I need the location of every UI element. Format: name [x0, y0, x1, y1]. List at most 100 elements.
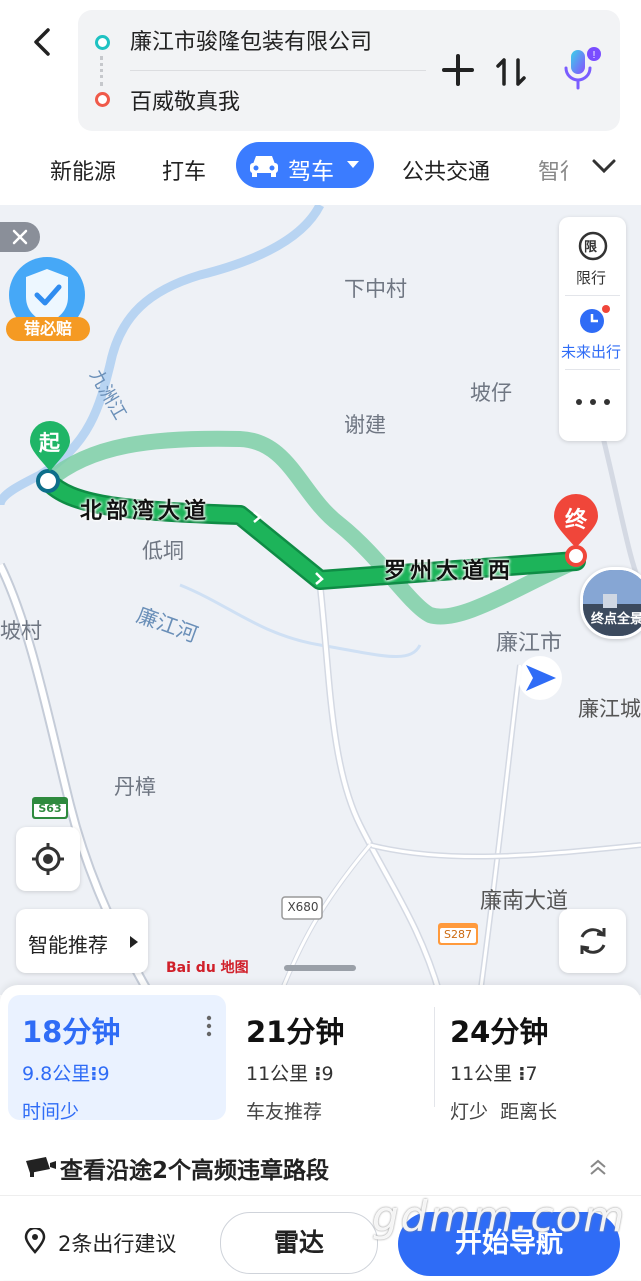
smart-recommend-button[interactable]: 智能推荐 [16, 909, 148, 973]
close-ad-button[interactable] [0, 222, 40, 252]
drag-handle [284, 965, 356, 971]
tab-public-transit[interactable]: 公共交通 [402, 154, 490, 186]
more-tabs-button[interactable] [590, 152, 618, 184]
swap-button[interactable] [490, 50, 534, 94]
plus-icon [442, 54, 474, 86]
divider [565, 295, 620, 296]
violation-text-post: 个高频违章路段 [168, 1158, 330, 1184]
tab-drive[interactable]: 驾车 [236, 142, 374, 188]
restriction-label: 限行 [576, 269, 607, 287]
route-header: 廉江市骏隆包装有限公司 百威敬真我 ! 新能源 打车 驾车 公共交通 智 [0, 0, 641, 205]
shield-label: S287 [444, 928, 472, 941]
violation-notice[interactable]: 查看沿途2个高频违章路段 [0, 1135, 641, 1195]
route-distance: 9.8公里 ​⁝9 [22, 1059, 110, 1086]
add-waypoint-button[interactable] [436, 48, 480, 92]
microphone-icon: ! [564, 47, 601, 90]
route-road-label: 罗州大道西 [384, 559, 515, 584]
tab-new-energy[interactable]: 新能源 [50, 154, 116, 186]
more-options-button[interactable] [559, 377, 626, 433]
transport-mode-tabs: 新能源 打车 驾车 公共交通 智行 [0, 140, 641, 198]
map-label: 下中村 [344, 277, 407, 301]
route-option-3[interactable]: 24分钟 11公里 ⁝7 灯少 距离长 [436, 995, 636, 1123]
chevron-up-icon [590, 1159, 606, 1175]
start-marker-label: 起 [39, 431, 60, 455]
road [318, 584, 442, 995]
shield-label: X680 [287, 900, 319, 914]
divider [130, 70, 426, 71]
voice-button[interactable]: ! [556, 44, 604, 96]
car-icon [250, 156, 278, 177]
map-label: 坡仔 [470, 381, 512, 405]
close-icon [12, 229, 28, 245]
route-time: 18分钟 [22, 1015, 121, 1049]
traffic-light-count: 9 [97, 1063, 110, 1085]
traffic-light-count: 9 [321, 1063, 334, 1085]
chevron-down-icon [592, 159, 616, 174]
road [478, 664, 522, 995]
end-marker-label: 终 [565, 508, 588, 533]
violation-text-pre: 查看沿途 [60, 1158, 152, 1184]
tab-taxi[interactable]: 打车 [162, 154, 206, 186]
endpoint-panorama-button[interactable]: 终点全景 [580, 567, 641, 639]
route-option-1[interactable]: 18分钟 9.8公里 ​⁝9 时间少 [8, 995, 226, 1123]
refresh-button[interactable] [559, 909, 626, 973]
river-branch [179, 583, 422, 658]
divider [565, 369, 620, 370]
chevron-left-icon [34, 28, 50, 56]
locate-icon [32, 843, 64, 875]
map-label: 谢建 [344, 413, 386, 437]
map-view[interactable]: 下中村 坡仔 谢建 低垌 廉江河 坡村 廉江市 丹樟 廉江城 廉南大道 九洲江 … [0, 205, 641, 995]
map-label: 廉江城 [578, 697, 641, 721]
route-input-box: 廉江市骏隆包装有限公司 百威敬真我 ! [78, 10, 620, 131]
map-label: 丹樟 [114, 775, 156, 799]
route-road-label: 北部湾大道 [80, 499, 211, 524]
location-pin-icon [24, 1228, 46, 1254]
map-tools-panel: 限 限行 未来出行 [559, 217, 626, 441]
start-marker[interactable]: 起 [28, 419, 72, 473]
panorama-label: 终点全景 [591, 612, 641, 627]
origin-dot-icon [95, 35, 110, 50]
restriction-button[interactable]: 限 限行 [559, 227, 626, 293]
clock-icon [580, 305, 610, 333]
road [316, 584, 444, 995]
origin-field[interactable]: 廉江市骏隆包装有限公司 [130, 24, 372, 56]
guarantee-badge[interactable]: 错必赔 [4, 257, 90, 341]
baidu-map-logo: Bai du 地图 [166, 960, 249, 976]
route-option-2[interactable]: 21分钟 11公里 ⁝9 车友推荐 [232, 995, 432, 1123]
caret-down-icon [347, 161, 359, 168]
map-label: 低垌 [142, 539, 184, 563]
road [278, 844, 372, 995]
route-time: 24分钟 [450, 1015, 549, 1049]
destination-dot-icon [95, 92, 110, 107]
violation-text: 查看沿途2个高频违章路段 [60, 1151, 329, 1185]
route-tag: 灯少 距离长 [450, 1101, 558, 1123]
start-point-icon [36, 469, 60, 493]
tab-smart-travel[interactable]: 智行 [538, 154, 568, 186]
traffic-light-count: 7 [525, 1063, 538, 1085]
destination-field[interactable]: 百威敬真我 [130, 84, 240, 116]
end-marker[interactable]: 终 [552, 492, 600, 550]
locate-button[interactable] [16, 827, 80, 891]
swap-icon [496, 58, 526, 86]
tab-drive-label: 驾车 [288, 159, 334, 185]
future-travel-button[interactable]: 未来出行 [559, 299, 626, 365]
map-canvas [0, 205, 641, 995]
alt-route [40, 430, 584, 625]
map-label: 廉江市 [496, 631, 563, 656]
map-label: 廉南大道 [480, 889, 569, 914]
smart-recommend-label: 智能推荐 [28, 933, 108, 957]
restriction-icon-text: 限 [584, 240, 598, 255]
route-time: 21分钟 [246, 1015, 345, 1049]
refresh-icon [580, 928, 606, 954]
watermark: gdmm.com [372, 1192, 627, 1241]
map-label: 坡村 [0, 619, 42, 643]
radar-button[interactable]: 雷达 [220, 1212, 378, 1274]
travel-suggestions-label: 2条出行建议 [58, 1232, 177, 1256]
back-button[interactable] [28, 22, 64, 62]
road [597, 424, 641, 587]
shield-label: S63 [38, 802, 62, 815]
route-tag: 时间少 [22, 1101, 80, 1123]
road [277, 843, 372, 995]
more-vertical-icon [206, 1015, 212, 1037]
route-connector [100, 56, 106, 86]
